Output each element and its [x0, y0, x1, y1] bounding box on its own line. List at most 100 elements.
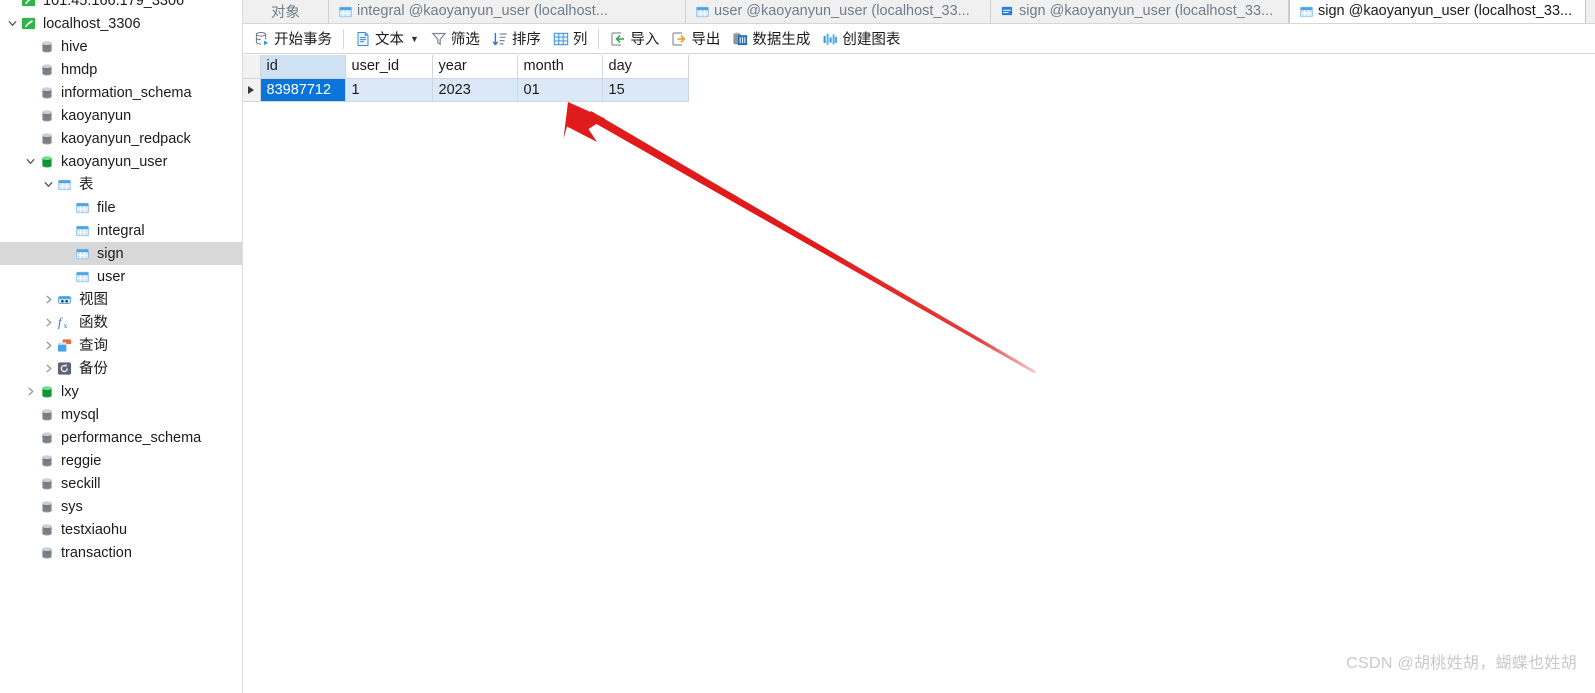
- editor-tab-label: integral @kaoyanyun_user (localhost...: [357, 3, 608, 19]
- table-folder-icon: [56, 177, 73, 193]
- tree-item-label: kaoyanyun_redpack: [61, 130, 191, 147]
- svg-text:x: x: [64, 321, 68, 330]
- toolbar-button-列[interactable]: 列: [547, 27, 594, 51]
- chevron-right-icon[interactable]: [22, 380, 38, 403]
- toolbar-button-导入[interactable]: 导入: [604, 27, 665, 51]
- tree-item-testxiaohu[interactable]: testxiaohu: [0, 518, 242, 541]
- chevron-right-icon[interactable]: [40, 311, 56, 334]
- tree-item-查询[interactable]: 查询: [0, 334, 242, 357]
- connection-icon: [20, 0, 37, 9]
- grid-cell-day[interactable]: 15: [602, 78, 689, 102]
- tree-item-label: sign: [97, 245, 124, 262]
- tree-item-localhost_3306[interactable]: localhost_3306: [0, 12, 242, 35]
- tree-item-label: lxy: [61, 383, 79, 400]
- table-row[interactable]: 83987712 1 2023 01 15: [243, 78, 689, 102]
- grid-column-header-id[interactable]: id: [260, 55, 346, 79]
- editor-tab-1[interactable]: integral @kaoyanyun_user (localhost...: [329, 0, 686, 23]
- tree-item-reggie[interactable]: reggie: [0, 449, 242, 472]
- table-icon: [74, 246, 91, 262]
- tree-item-备份[interactable]: 备份: [0, 357, 242, 380]
- row-marker[interactable]: [243, 78, 261, 102]
- table-icon: [74, 269, 91, 285]
- grid-body[interactable]: 83987712 1 2023 01 15: [243, 78, 689, 102]
- svg-text:f: f: [58, 316, 63, 330]
- editor-tab-label: 对象: [271, 4, 300, 21]
- database-icon: [38, 545, 55, 561]
- grid-cell-value: 15: [608, 81, 625, 98]
- tree-item-kaoyanyun[interactable]: kaoyanyun: [0, 104, 242, 127]
- tree-item-视图[interactable]: 视图: [0, 288, 242, 311]
- grid-column-header-user_id[interactable]: user_id: [345, 55, 433, 79]
- database-icon: [38, 62, 55, 78]
- data-toolbar[interactable]: 开始事务 文本 ▼ 筛选 排序 列 导入 导出 数据生成 创建图表: [243, 24, 1595, 54]
- editor-tab-strip[interactable]: 对象 integral @kaoyanyun_user (localhost...…: [243, 0, 1595, 24]
- tree-item-label: user: [97, 268, 126, 285]
- editor-tab-label: user @kaoyanyun_user (localhost_33...: [714, 3, 970, 19]
- tree-item-mysql[interactable]: mysql: [0, 403, 242, 426]
- editor-tab-3[interactable]: sign @kaoyanyun_user (localhost_33...: [991, 0, 1289, 23]
- toolbar-button-筛选[interactable]: 筛选: [425, 27, 486, 51]
- grid-column-header-month[interactable]: month: [517, 55, 603, 79]
- toolbar-button-开始事务[interactable]: 开始事务: [248, 27, 338, 51]
- editor-tab-2[interactable]: user @kaoyanyun_user (localhost_33...: [686, 0, 991, 23]
- tree-item-information_schema[interactable]: information_schema: [0, 81, 242, 104]
- grid-column-header-year[interactable]: year: [432, 55, 518, 79]
- editor-tab-0[interactable]: 对象: [243, 0, 329, 23]
- tree-item-sys[interactable]: sys: [0, 495, 242, 518]
- toolbar-button-数据生成[interactable]: 数据生成: [726, 27, 816, 51]
- tree-item-performance_schema[interactable]: performance_schema: [0, 426, 242, 449]
- toolbar-button-导出[interactable]: 导出: [665, 27, 726, 51]
- grid-column-header-day[interactable]: day: [602, 55, 689, 79]
- tree-item-label: sys: [61, 498, 83, 515]
- tree-item-seckill[interactable]: seckill: [0, 472, 242, 495]
- toolbar-button-label: 筛选: [450, 32, 480, 48]
- toolbar-button-label: 导入: [630, 32, 660, 48]
- grid-cell-id[interactable]: 83987712: [260, 78, 346, 102]
- editor-tab-4[interactable]: sign @kaoyanyun_user (localhost_33...: [1289, 0, 1586, 23]
- database-icon: [38, 499, 55, 515]
- toolbar-button-排序[interactable]: 排序: [486, 27, 547, 51]
- tree-item-file[interactable]: file: [0, 196, 242, 219]
- chevron-down-icon[interactable]: ▼: [410, 34, 419, 44]
- grid-column-header-label: day: [608, 58, 632, 75]
- tree-item-label: 查询: [79, 337, 108, 354]
- chevron-down-icon[interactable]: [4, 12, 20, 35]
- chevron-down-icon[interactable]: [22, 150, 38, 173]
- tree-item-kaoyanyun_redpack[interactable]: kaoyanyun_redpack: [0, 127, 242, 150]
- tree-item-user[interactable]: user: [0, 265, 242, 288]
- object-tree-sidebar[interactable]: 101.45.166.179_3306 localhost_3306 hive hmd…: [0, 0, 243, 693]
- tree-item-hive[interactable]: hive: [0, 35, 242, 58]
- data-grid[interactable]: id user_id year month day 83987712 1 2023 01 15: [243, 55, 689, 102]
- grid-cell-user_id[interactable]: 1: [345, 78, 433, 102]
- grid-cell-year[interactable]: 2023: [432, 78, 518, 102]
- sort-icon: [492, 31, 508, 47]
- tree-item-label: mysql: [61, 406, 99, 423]
- grid-column-header-label: month: [523, 58, 564, 75]
- tree-item-transaction[interactable]: transaction: [0, 541, 242, 564]
- tree-item-integral[interactable]: integral: [0, 219, 242, 242]
- chevron-right-icon[interactable]: [40, 357, 56, 380]
- tree-item-sign[interactable]: sign: [0, 242, 242, 265]
- chevron-right-icon[interactable]: [40, 288, 56, 311]
- toolbar-button-文本[interactable]: 文本 ▼: [349, 27, 425, 51]
- tree-item-kaoyanyun_user[interactable]: kaoyanyun_user: [0, 150, 242, 173]
- toolbar-button-label: 文本: [375, 32, 404, 48]
- tree-item-hmdp[interactable]: hmdp: [0, 58, 242, 81]
- tree-item-label: 备份: [79, 360, 108, 377]
- tree-item-lxy[interactable]: lxy: [0, 380, 242, 403]
- tree-item-表[interactable]: 表: [0, 173, 242, 196]
- chevron-down-icon[interactable]: [40, 173, 56, 196]
- chevron-right-icon[interactable]: [40, 334, 56, 357]
- toolbar-button-创建图表[interactable]: 创建图表: [816, 27, 906, 51]
- grid-cell-month[interactable]: 01: [517, 78, 603, 102]
- tree-item-label: performance_schema: [61, 429, 202, 446]
- tree-item-101.45.166.179_3306[interactable]: 101.45.166.179_3306: [0, 0, 242, 12]
- database-icon: [38, 476, 55, 492]
- tree-item-函数[interactable]: f x 函数: [0, 311, 242, 334]
- tree-item-label: file: [97, 199, 116, 216]
